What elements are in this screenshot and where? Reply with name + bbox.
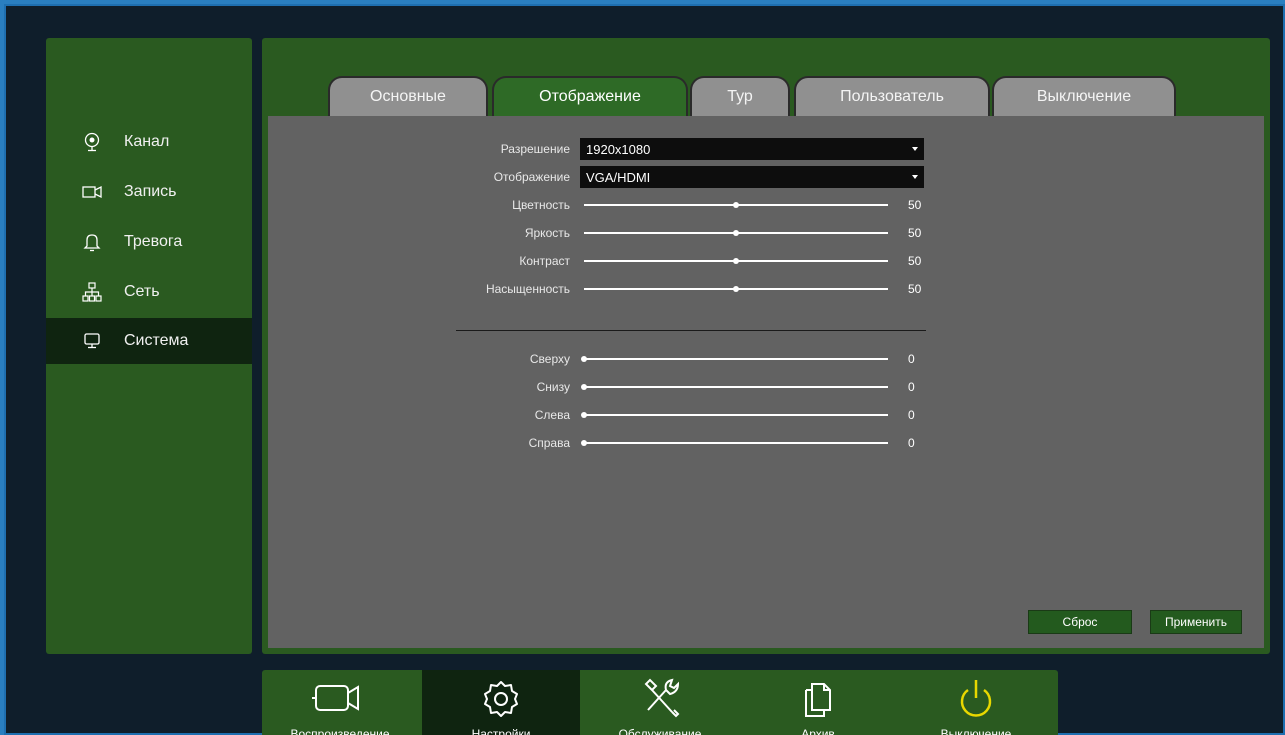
- tab-label: Тур: [727, 88, 753, 105]
- chevron-down-icon: [912, 147, 918, 151]
- gear-icon: [484, 681, 518, 717]
- margin-top-value: 0: [908, 352, 915, 366]
- resolution-row: Разрешение: [268, 138, 570, 160]
- bottom-navigation: Воспроизведение Настройки Обслуживание А…: [262, 670, 1058, 735]
- apply-button[interactable]: Применить: [1150, 610, 1242, 634]
- margin-right-label: Справа: [528, 436, 570, 450]
- margin-left-row: Слева: [268, 404, 570, 426]
- sidebar-item-label: Система: [124, 332, 189, 349]
- margin-right-slider[interactable]: [584, 442, 888, 444]
- margin-top-row: Сверху: [268, 348, 570, 370]
- sidebar-item-record[interactable]: Запись: [46, 172, 252, 212]
- margin-bottom-row: Снизу: [268, 376, 570, 398]
- tab-label: Основные: [370, 88, 446, 105]
- video-record-icon: [82, 182, 102, 202]
- section-divider: [456, 330, 926, 331]
- nav-label: Настройки: [471, 727, 531, 735]
- saturation-row: Насыщенность: [268, 278, 570, 300]
- contrast-row: Контраст: [268, 250, 570, 272]
- sidebar-item-system[interactable]: Система: [46, 318, 252, 364]
- margin-bottom-label: Снизу: [536, 380, 570, 394]
- margin-right-slider-handle[interactable]: [581, 440, 587, 446]
- sidebar-item-alarm[interactable]: Тревога: [46, 222, 252, 262]
- saturation-label: Насыщенность: [485, 282, 570, 296]
- video-camera-icon: [312, 685, 359, 711]
- nav-maintenance[interactable]: Обслуживание: [582, 670, 738, 735]
- sidebar-item-label: Сеть: [124, 283, 160, 300]
- documents-icon: [805, 683, 831, 717]
- display-settings-content: Разрешение 1920x1080 Отображение VGA/HDM…: [268, 116, 1264, 648]
- resolution-label: Разрешение: [500, 142, 570, 156]
- nav-label: Воспроизведение: [290, 727, 390, 735]
- margin-top-slider-handle[interactable]: [581, 356, 587, 362]
- margin-bottom-slider-handle[interactable]: [581, 384, 587, 390]
- color-value: 50: [908, 198, 922, 212]
- display-row: Отображение: [268, 166, 570, 188]
- color-label: Цветность: [512, 198, 570, 212]
- sidebar-item-channel[interactable]: Канал: [46, 122, 252, 162]
- nav-shutdown[interactable]: Выключение: [898, 670, 1054, 735]
- sidebar-item-label: Канал: [124, 133, 170, 150]
- sidebar-item-label: Запись: [124, 183, 177, 200]
- monitor-icon: [82, 331, 102, 351]
- brightness-value: 50: [908, 226, 922, 240]
- nav-archive[interactable]: Архив: [740, 670, 896, 735]
- tools-icon: [644, 678, 680, 718]
- resolution-select[interactable]: 1920x1080: [580, 138, 924, 160]
- brightness-row: Яркость: [268, 222, 570, 244]
- nav-label: Выключение: [940, 727, 1012, 735]
- display-select[interactable]: VGA/HDMI: [580, 166, 924, 188]
- color-slider-handle[interactable]: [733, 202, 739, 208]
- margin-right-value: 0: [908, 436, 915, 450]
- tab-shutdown[interactable]: Выключение: [992, 76, 1176, 116]
- margin-top-slider[interactable]: [584, 358, 888, 360]
- margin-bottom-slider[interactable]: [584, 386, 888, 388]
- brightness-label: Яркость: [524, 226, 570, 240]
- nav-playback[interactable]: Воспроизведение: [262, 670, 418, 735]
- saturation-slider-handle[interactable]: [733, 286, 739, 292]
- settings-panel: Основные Отображение Тур Пользователь Вы…: [262, 38, 1270, 654]
- tab-label: Пользователь: [840, 88, 944, 105]
- display-label: Отображение: [493, 170, 570, 184]
- power-icon: [960, 680, 992, 717]
- chevron-down-icon: [912, 175, 918, 179]
- tab-user[interactable]: Пользователь: [794, 76, 990, 116]
- color-row: Цветность: [268, 194, 570, 216]
- saturation-value: 50: [908, 282, 922, 296]
- margin-left-label: Слева: [534, 408, 570, 422]
- nav-settings[interactable]: Настройки: [422, 670, 580, 735]
- tab-display[interactable]: Отображение: [492, 76, 688, 116]
- margin-left-slider-handle[interactable]: [581, 412, 587, 418]
- camera-lens-icon: [82, 132, 102, 152]
- display-value: VGA/HDMI: [586, 169, 651, 185]
- margin-right-row: Справа: [268, 432, 570, 454]
- contrast-label: Контраст: [519, 254, 570, 268]
- tab-general[interactable]: Основные: [328, 76, 488, 116]
- sidebar-item-network[interactable]: Сеть: [46, 272, 252, 312]
- margin-left-slider[interactable]: [584, 414, 888, 416]
- tab-tour[interactable]: Тур: [690, 76, 790, 116]
- sidebar: Канал Запись Тревога Сеть Система: [46, 38, 252, 654]
- tab-label: Выключение: [1036, 88, 1132, 105]
- contrast-value: 50: [908, 254, 922, 268]
- tab-bar: Основные Отображение Тур Пользователь Вы…: [262, 38, 1270, 118]
- app-window: Канал Запись Тревога Сеть Система Основн…: [4, 4, 1285, 735]
- margin-left-value: 0: [908, 408, 915, 422]
- contrast-slider-handle[interactable]: [733, 258, 739, 264]
- network-icon: [82, 282, 102, 302]
- apply-label: Применить: [1164, 615, 1227, 629]
- sidebar-item-label: Тревога: [124, 233, 183, 250]
- nav-label: Архив: [801, 727, 835, 735]
- reset-label: Сброс: [1062, 615, 1098, 629]
- brightness-slider-handle[interactable]: [733, 230, 739, 236]
- nav-label: Обслуживание: [618, 727, 702, 735]
- bell-icon: [82, 232, 102, 252]
- reset-button[interactable]: Сброс: [1028, 610, 1132, 634]
- margin-top-label: Сверху: [529, 352, 570, 366]
- resolution-value: 1920x1080: [586, 141, 651, 157]
- margin-bottom-value: 0: [908, 380, 915, 394]
- tab-label: Отображение: [539, 88, 641, 105]
